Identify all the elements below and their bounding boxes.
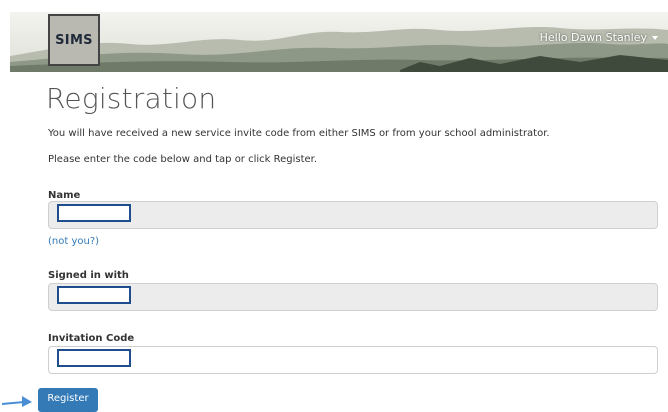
sims-logo: SIMS xyxy=(48,14,100,66)
redaction-box xyxy=(57,349,131,367)
signed-in-with-field xyxy=(48,283,658,311)
register-button[interactable]: Register xyxy=(38,388,98,412)
user-greeting: Hello Dawn Stanley xyxy=(539,31,647,44)
header-banner: SIMS Hello Dawn Stanley xyxy=(0,0,668,72)
intro-text-line1: You will have received a new service inv… xyxy=(48,128,550,139)
not-you-link[interactable]: (not you?) xyxy=(48,236,99,247)
redaction-box xyxy=(57,204,131,222)
name-label: Name xyxy=(48,190,81,201)
arrow-pointer-icon xyxy=(1,396,32,407)
page-title: Registration xyxy=(46,82,217,115)
name-field xyxy=(48,201,658,229)
user-menu[interactable]: Hello Dawn Stanley xyxy=(540,31,658,44)
invitation-code-label: Invitation Code xyxy=(48,333,135,344)
invitation-code-input[interactable] xyxy=(48,346,658,374)
redaction-box xyxy=(57,286,131,304)
intro-text-line2: Please enter the code below and tap or c… xyxy=(48,154,318,165)
signed-in-with-label: Signed in with xyxy=(48,270,129,281)
chevron-down-icon xyxy=(652,35,658,40)
